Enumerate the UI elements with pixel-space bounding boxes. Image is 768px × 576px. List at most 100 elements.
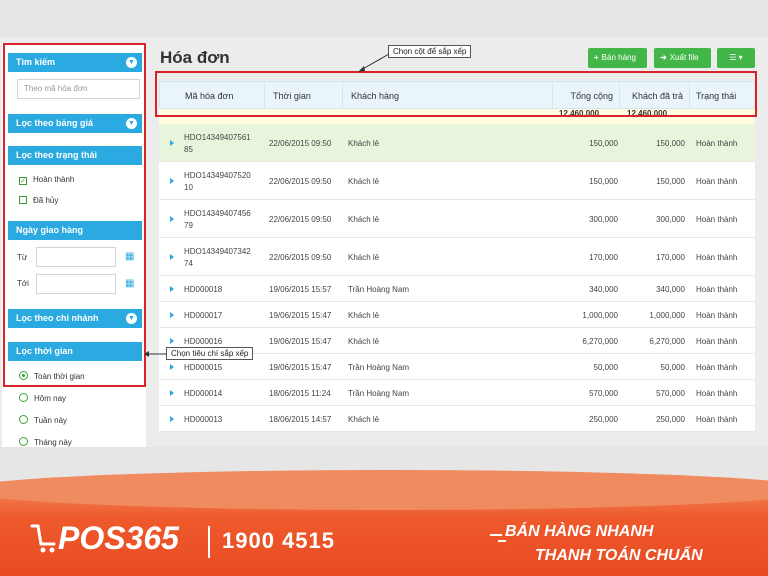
expand-arrow-icon[interactable] <box>170 312 174 318</box>
time-option-month[interactable]: Tháng này <box>19 437 72 447</box>
column-header-time[interactable]: Thời gian <box>265 82 343 110</box>
invoice-status: Hoàn thành <box>696 253 738 262</box>
radio-selected-icon[interactable] <box>19 371 28 380</box>
search-section-header[interactable]: Tìm kiếm ▼ <box>8 53 142 72</box>
time-filter-title: Lọc thời gian <box>16 346 73 356</box>
expand-arrow-icon[interactable] <box>170 140 174 146</box>
expand-arrow-icon[interactable] <box>170 254 174 260</box>
column-header-status[interactable]: Trạng thái <box>690 82 756 110</box>
calendar-icon[interactable]: ▦ <box>125 279 135 289</box>
invoice-status: Hoàn thành <box>696 139 738 148</box>
invoice-code-suffix: 85 <box>184 145 193 154</box>
sell-button-label: Bán hàng <box>601 53 636 62</box>
brand-logo: POS365 <box>58 520 179 556</box>
expand-arrow-icon[interactable] <box>170 390 174 396</box>
calendar-icon[interactable]: ▦ <box>125 252 135 262</box>
table-row[interactable]: HD000014 18/06/2015 11:24 Trần Hoàng Nam 57… <box>159 380 755 406</box>
from-label: Từ <box>17 253 28 262</box>
expand-arrow-icon[interactable] <box>170 364 174 370</box>
branch-filter-header[interactable]: Lọc theo chi nhánh ▼ <box>8 309 142 328</box>
export-button[interactable]: ➜ Xuất file <box>654 48 711 68</box>
column-header-customer[interactable]: Khách hàng <box>343 82 553 110</box>
invoice-time: 22/06/2015 09:50 <box>269 215 332 224</box>
brand-banner: POS365 1900 4515 BÁN HÀNG NHANH THANH TO… <box>0 448 768 576</box>
status-filter-title: Lọc theo trạng thái <box>16 150 97 160</box>
table-row[interactable]: HD000018 19/06/2015 15:57 Trần Hoàng Nam 34… <box>159 276 755 302</box>
expand-arrow-icon[interactable] <box>170 286 174 292</box>
invoice-status: Hoàn thành <box>696 215 738 224</box>
from-date-input[interactable] <box>36 247 116 267</box>
hotline-number: 1900 4515 <box>222 528 335 553</box>
chevron-down-icon[interactable]: ▼ <box>126 118 137 129</box>
time-option-label: Tháng này <box>34 438 72 447</box>
invoice-status: Hoàn thành <box>696 363 738 372</box>
sell-button[interactable]: + Bán hàng <box>588 48 647 68</box>
invoice-customer: Khách lẻ <box>348 215 380 224</box>
time-filter-header: Lọc thời gian <box>8 342 142 361</box>
expand-arrow-icon[interactable] <box>170 178 174 184</box>
time-option-all[interactable]: Toàn thời gian <box>19 371 85 383</box>
invoice-customer: Khách lẻ <box>348 415 380 424</box>
invoice-customer: Khách lẻ <box>348 139 380 148</box>
invoice-code: HD000013 <box>184 415 223 424</box>
status-option-completed[interactable]: ✓ Hoàn thành <box>19 174 74 186</box>
slogan-line-2: THANH TOÁN CHUẨN <box>535 547 703 564</box>
invoice-customer: Trần Hoàng Nam <box>348 363 410 372</box>
invoice-code-suffix: 10 <box>184 183 193 192</box>
list-icon: ☰ ▾ <box>729 53 743 62</box>
expand-arrow-icon[interactable] <box>170 338 174 344</box>
invoice-table: Mã hóa đơn Thời gian Khách hàng Tổng cộn… <box>159 81 755 432</box>
invoice-app: Tìm kiếm ▼ Theo mã hóa đơn Lọc theo bảng… <box>0 37 768 447</box>
invoice-total: 340,000 <box>589 285 618 294</box>
column-header-code[interactable]: Mã hóa đơn <box>177 82 265 110</box>
checkbox-icon[interactable] <box>19 196 27 204</box>
invoice-paid: 150,000 <box>656 139 685 148</box>
table-row[interactable]: HD000013 18/06/2015 14:57 Khách lẻ 250,000 2… <box>159 406 755 432</box>
column-header-total[interactable]: Tổng cộng <box>553 82 620 110</box>
table-row[interactable]: HDO14349407456 79 22/06/2015 09:50 Khách lẻ… <box>159 200 755 238</box>
invoice-paid: 340,000 <box>656 285 685 294</box>
status-option-cancelled[interactable]: Đã hủy <box>19 195 58 207</box>
invoice-customer: Khách lẻ <box>348 337 380 346</box>
chevron-down-icon[interactable]: ▼ <box>126 57 137 68</box>
table-row[interactable]: HDO14349407342 74 22/06/2015 09:50 Khách lẻ… <box>159 238 755 276</box>
search-section-title: Tìm kiếm <box>16 57 56 67</box>
table-row[interactable]: HDO14349407561 85 22/06/2015 09:50 Khách lẻ… <box>159 124 755 162</box>
table-row[interactable]: HD000017 19/06/2015 15:47 Khách lẻ 1,000,00… <box>159 302 755 328</box>
grand-paid: 12,460,000 <box>627 109 668 118</box>
invoice-customer: Khách lẻ <box>348 177 380 186</box>
radio-icon[interactable] <box>19 437 28 446</box>
invoice-code: HD000015 <box>184 363 223 372</box>
column-menu-button[interactable]: ☰ ▾ <box>717 48 755 68</box>
invoice-total: 1,000,000 <box>582 311 618 320</box>
invoice-paid: 1,000,000 <box>649 311 685 320</box>
invoice-customer: Trần Hoàng Nam <box>348 285 410 294</box>
time-option-label: Tuần này <box>34 416 68 425</box>
expand-arrow-icon[interactable] <box>170 416 174 422</box>
expand-arrow-icon[interactable] <box>170 216 174 222</box>
invoice-time: 22/06/2015 09:50 <box>269 253 332 262</box>
invoice-status: Hoàn thành <box>696 285 738 294</box>
delivery-date-header: Ngày giao hàng <box>8 221 142 240</box>
table-row[interactable]: HDO14349407520 10 22/06/2015 09:50 Khách lẻ… <box>159 162 755 200</box>
column-header-paid[interactable]: Khách đã trả <box>620 82 690 110</box>
chevron-down-icon[interactable]: ▼ <box>126 313 137 324</box>
invoice-code: HDO14349407342 <box>184 247 251 256</box>
invoice-time: 22/06/2015 09:50 <box>269 139 332 148</box>
invoice-total: 570,000 <box>589 389 618 398</box>
invoice-status: Hoàn thành <box>696 337 738 346</box>
checkbox-checked-icon[interactable]: ✓ <box>19 177 27 185</box>
invoice-total: 170,000 <box>589 253 618 262</box>
radio-icon[interactable] <box>19 393 28 402</box>
invoice-search-input[interactable]: Theo mã hóa đơn <box>17 79 140 99</box>
invoice-total: 50,000 <box>593 363 618 372</box>
time-option-week[interactable]: Tuần này <box>19 415 67 427</box>
invoice-code: HD000014 <box>184 389 223 398</box>
price-filter-header[interactable]: Lọc theo bảng giá ▼ <box>8 114 142 133</box>
invoice-paid: 50,000 <box>660 363 685 372</box>
invoice-total: 150,000 <box>589 139 618 148</box>
to-date-input[interactable] <box>36 274 116 294</box>
invoice-code-suffix: 79 <box>184 221 193 230</box>
radio-icon[interactable] <box>19 415 28 424</box>
time-option-today[interactable]: Hôm nay <box>19 393 66 405</box>
